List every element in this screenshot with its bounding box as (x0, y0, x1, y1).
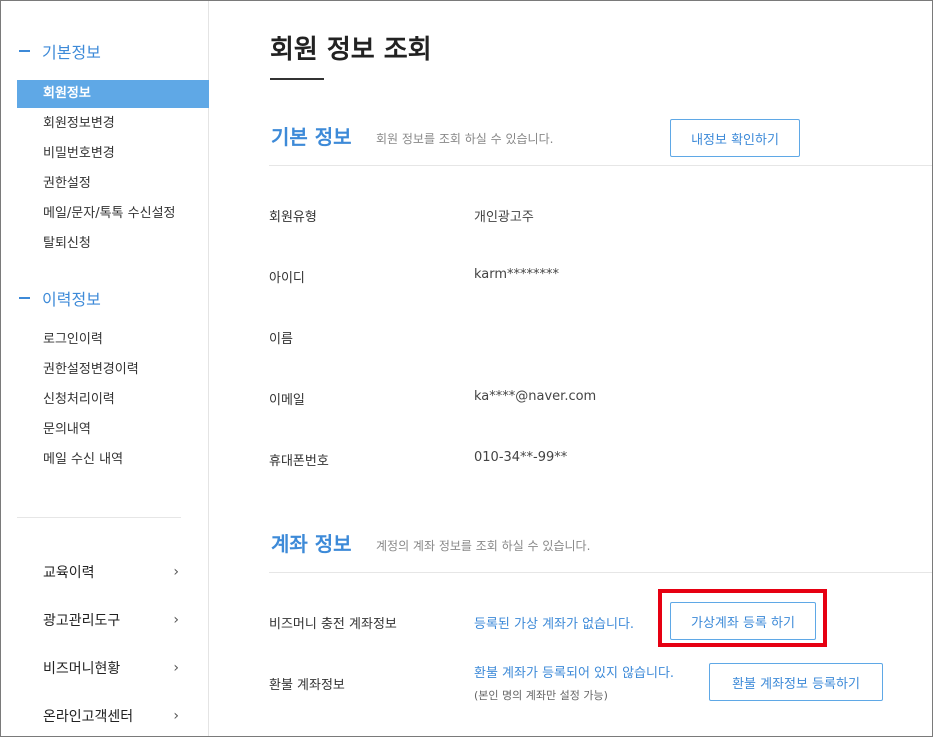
row-value-id: karm******** (474, 267, 560, 282)
row-label-name: 이름 (269, 332, 293, 347)
row-label-member-type: 회원유형 (269, 210, 317, 225)
bizmoney-account-status: 등록된 가상 계좌가 없습니다. (474, 617, 635, 632)
sidebar-item-request-history[interactable]: 신청처리이력 (17, 386, 209, 414)
section-header-history[interactable]: 이력정보 (19, 286, 101, 310)
refund-account-status: 환불 계좌가 등록되어 있지 않습니다. (474, 666, 675, 681)
section-divider (269, 165, 932, 166)
sidebar-nav-label: 광고관리도구 (43, 613, 121, 629)
refund-account-register-button[interactable]: 환불 계좌정보 등록하기 (709, 663, 883, 701)
main-content: 회원 정보 조회 기본 정보 회원 정보를 조회 하실 수 있습니다. 내정보 … (210, 1, 932, 736)
sidebar-nav-education[interactable]: 교육이력 › (43, 562, 179, 582)
sidebar-item-inquiry-history[interactable]: 문의내역 (17, 416, 209, 444)
row-label-email: 이메일 (269, 393, 305, 408)
section-header-label: 이력정보 (42, 290, 101, 309)
window-frame: 기본정보 회원정보 회원정보변경 비밀번호변경 권한설정 메일/문자/톡톡 수신… (0, 0, 933, 737)
section-subtitle-account: 계정의 계좌 정보를 조회 하실 수 있습니다. (376, 539, 591, 553)
sidebar-nav-ad-tools[interactable]: 광고관리도구 › (43, 610, 179, 630)
collapse-dash-icon (19, 297, 30, 299)
sidebar-item-notification-settings[interactable]: 메일/문자/톡톡 수신설정 (17, 200, 209, 228)
chevron-right-icon: › (173, 564, 179, 580)
my-info-check-button[interactable]: 내정보 확인하기 (670, 119, 800, 157)
sidebar-nav-label: 온라인고객센터 (43, 709, 134, 725)
row-label-bizmoney-account: 비즈머니 충전 계좌정보 (269, 617, 397, 632)
chevron-right-icon: › (173, 708, 179, 724)
chevron-right-icon: › (173, 612, 179, 628)
section-subtitle-basic: 회원 정보를 조회 하실 수 있습니다. (376, 132, 554, 146)
row-value-email: ka****@naver.com (474, 389, 597, 404)
sidebar-item-withdrawal[interactable]: 탈퇴신청 (17, 230, 209, 258)
sidebar-item-permission-history[interactable]: 권한설정변경이력 (17, 356, 209, 384)
title-underline (270, 78, 324, 80)
sidebar-item-password-change[interactable]: 비밀번호변경 (17, 140, 209, 168)
sidebar-divider (17, 517, 181, 518)
section-title-basic: 기본 정보 (271, 125, 352, 149)
sidebar-item-mail-history[interactable]: 메일 수신 내역 (17, 446, 209, 474)
row-label-id: 아이디 (269, 271, 305, 286)
row-value-phone: 010-34**-99** (474, 450, 568, 465)
sidebar-nav-label: 교육이력 (43, 565, 95, 581)
sidebar-item-login-history[interactable]: 로그인이력 (17, 326, 209, 354)
sidebar-item-permission[interactable]: 권한설정 (17, 170, 209, 198)
chevron-right-icon: › (173, 660, 179, 676)
section-header-label: 기본정보 (42, 43, 101, 62)
row-value-member-type: 개인광고주 (474, 210, 534, 225)
section-divider (269, 572, 932, 573)
sidebar-item-member-info[interactable]: 회원정보 (17, 80, 209, 108)
sidebar-nav-customer-center[interactable]: 온라인고객센터 › (43, 706, 179, 726)
refund-account-note: (본인 명의 계좌만 설정 가능) (474, 689, 608, 702)
sidebar-nav-bizmoney[interactable]: 비즈머니현황 › (43, 658, 179, 678)
section-title-account: 계좌 정보 (271, 532, 352, 556)
collapse-dash-icon (19, 50, 30, 52)
sidebar-item-member-info-change[interactable]: 회원정보변경 (17, 110, 209, 138)
sidebar-nav-label: 비즈머니현황 (43, 661, 121, 677)
page-title: 회원 정보 조회 (270, 35, 432, 65)
sidebar: 기본정보 회원정보 회원정보변경 비밀번호변경 권한설정 메일/문자/톡톡 수신… (1, 1, 209, 736)
highlight-box (658, 589, 827, 647)
row-label-refund-account: 환불 계좌정보 (269, 678, 345, 693)
section-header-basic[interactable]: 기본정보 (19, 39, 101, 63)
row-label-phone: 휴대폰번호 (269, 454, 329, 469)
